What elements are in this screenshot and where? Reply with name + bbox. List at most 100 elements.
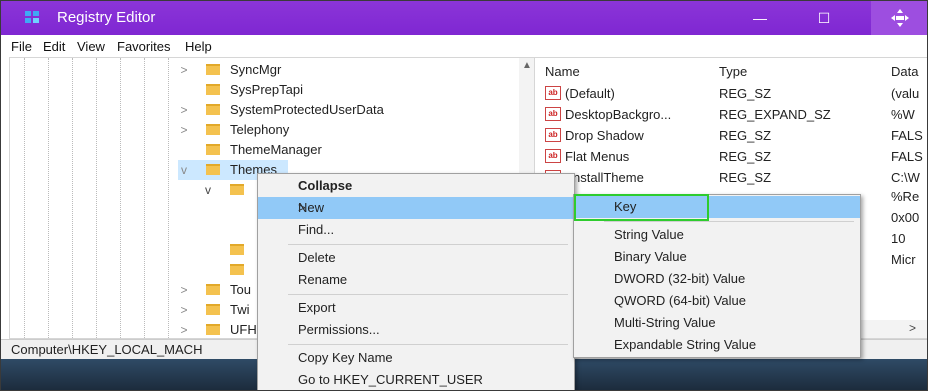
tree-item-label: Twi	[230, 302, 250, 317]
menu-edit[interactable]: Edit	[43, 39, 65, 54]
tree-item-label: SysPrepTapi	[230, 82, 303, 97]
menu-separator	[288, 344, 568, 345]
menu-item-export[interactable]: Export	[258, 297, 574, 319]
value-data: 0x00	[891, 210, 920, 225]
value-type: REG_SZ	[719, 86, 772, 101]
menu-item-label: DWORD (32-bit) Value	[614, 271, 746, 286]
submenu-item-binary-value[interactable]: Binary Value	[574, 246, 860, 268]
submenu-item-dword-value[interactable]: DWORD (32-bit) Value	[574, 268, 860, 290]
value-type: REG_SZ	[719, 149, 772, 164]
folder-icon	[230, 244, 244, 255]
collapse-chevron-icon[interactable]: v	[178, 163, 190, 177]
context-menu: Collapse New > Find... Delete Rename Exp…	[257, 173, 575, 390]
expand-chevron-icon[interactable]: >	[178, 103, 190, 117]
menu-item-delete[interactable]: Delete	[258, 247, 574, 269]
snap-layout-icon[interactable]	[871, 1, 927, 35]
menu-view[interactable]: View	[77, 39, 105, 54]
menu-item-label: Copy Key Name	[298, 350, 393, 365]
folder-icon	[230, 184, 244, 195]
minimize-button[interactable]: —	[737, 1, 783, 35]
menu-file[interactable]: File	[11, 39, 32, 54]
ab-string-icon: ab	[545, 149, 561, 163]
expand-chevron-icon[interactable]: >	[178, 323, 190, 337]
tree-guide-line	[168, 58, 169, 340]
value-row[interactable]: ab DesktopBackgro... REG_EXPAND_SZ %W	[545, 105, 927, 125]
column-header-name[interactable]: Name	[545, 64, 580, 79]
menu-bar: File Edit View Favorites Help	[1, 35, 927, 57]
tree-item-label: UFH	[230, 322, 257, 337]
tree-item-label: Tou	[230, 282, 251, 297]
menu-item-rename[interactable]: Rename	[258, 269, 574, 291]
submenu-item-expandable-string-value[interactable]: Expandable String Value	[574, 334, 860, 356]
value-data: 10	[891, 231, 906, 246]
tree-item-label: SyncMgr	[230, 62, 282, 77]
folder-icon	[206, 304, 220, 315]
window-title: Registry Editor	[57, 9, 156, 26]
value-name: (Default)	[565, 86, 615, 101]
value-data: %Re	[891, 189, 920, 204]
value-data: FALS	[891, 128, 923, 143]
menu-item-label: Find...	[298, 222, 335, 237]
folder-icon	[206, 144, 220, 155]
tree-item-label: Telephony	[230, 122, 290, 137]
folder-icon	[206, 64, 220, 75]
menu-item-label: Expandable String Value	[614, 337, 757, 352]
value-row[interactable]: ab (Default) REG_SZ (valu	[545, 84, 927, 104]
folder-icon	[230, 264, 244, 275]
menu-favorites[interactable]: Favorites	[117, 39, 170, 54]
registry-editor-window: Registry Editor — ☐ File Edit View Favor…	[0, 0, 928, 391]
value-type: REG_SZ	[719, 170, 772, 185]
ab-string-icon: ab	[545, 128, 561, 142]
ab-string-icon: ab	[545, 107, 561, 121]
menu-item-label: QWORD (64-bit) Value	[614, 293, 746, 308]
value-row[interactable]: ab nstallTheme REG_SZ C:\W	[545, 168, 927, 188]
menu-item-goto-hkcu[interactable]: Go to HKEY_CURRENT_USER	[258, 369, 574, 390]
expand-chevron-icon[interactable]: >	[178, 63, 190, 77]
expand-chevron-icon[interactable]: >	[178, 303, 190, 317]
scroll-right-icon[interactable]: >	[909, 321, 916, 335]
collapse-chevron-icon[interactable]: v	[202, 183, 214, 197]
column-header-data[interactable]: Data	[891, 64, 918, 79]
menu-item-label: Go to HKEY_CURRENT_USER	[298, 372, 483, 387]
value-row[interactable]: ab Flat Menus REG_SZ FALS	[545, 147, 927, 167]
registry-path: Computer\HKEY_LOCAL_MACH	[11, 342, 203, 357]
tree-guide-line	[24, 58, 25, 340]
tree-guide-line	[144, 58, 145, 340]
submenu-item-string-value[interactable]: String Value	[574, 224, 860, 246]
tree-guide-line	[72, 58, 73, 340]
value-name: nstallTheme	[573, 170, 644, 185]
folder-icon	[206, 84, 220, 95]
menu-item-new[interactable]: New >	[258, 197, 574, 219]
maximize-button[interactable]: ☐	[801, 1, 847, 35]
scroll-up-icon[interactable]: ▲	[522, 60, 532, 71]
menu-item-permissions[interactable]: Permissions...	[258, 319, 574, 341]
expand-chevron-icon[interactable]: >	[178, 123, 190, 137]
submenu-arrow-icon: >	[298, 200, 306, 215]
value-data: Micr	[891, 252, 916, 267]
menu-item-label: Delete	[298, 250, 336, 265]
menu-item-collapse[interactable]: Collapse	[258, 175, 574, 197]
folder-icon	[206, 284, 220, 295]
value-name: Flat Menus	[565, 149, 630, 164]
menu-item-label: Rename	[298, 272, 348, 287]
menu-separator	[288, 294, 568, 295]
tree-guide-line	[48, 58, 49, 340]
move-arrows-icon	[891, 9, 909, 27]
menu-help[interactable]: Help	[185, 39, 212, 54]
tree-item-label: SystemProtectedUserData	[230, 102, 384, 117]
column-header-type[interactable]: Type	[719, 64, 747, 79]
menu-item-label: Binary Value	[614, 249, 687, 264]
menu-item-label: Collapse	[298, 178, 353, 193]
menu-item-copy-key-name[interactable]: Copy Key Name	[258, 347, 574, 369]
menu-item-label: Export	[298, 300, 336, 315]
menu-item-find[interactable]: Find...	[258, 219, 574, 241]
value-data: %W	[891, 107, 915, 122]
value-type: REG_SZ	[719, 128, 772, 143]
submenu-item-multi-string-value[interactable]: Multi-String Value	[574, 312, 860, 334]
value-name: DesktopBackgro...	[565, 107, 672, 122]
submenu-item-qword-value[interactable]: QWORD (64-bit) Value	[574, 290, 860, 312]
value-type: REG_EXPAND_SZ	[719, 107, 831, 122]
expand-chevron-icon[interactable]: >	[178, 283, 190, 297]
value-row[interactable]: ab Drop Shadow REG_SZ FALS	[545, 126, 927, 146]
menu-separator	[288, 244, 568, 245]
